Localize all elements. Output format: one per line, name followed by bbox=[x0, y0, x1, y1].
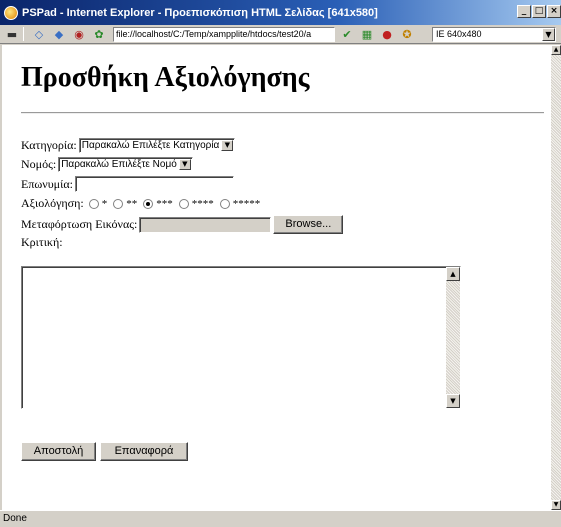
category-row: Κατηγορία: Παρακαλώ Επιλέξτε Κατηγορία ▼ bbox=[21, 138, 236, 153]
refresh-icon[interactable]: ✿ bbox=[91, 27, 107, 41]
forward-icon[interactable]: ◆ bbox=[51, 27, 67, 41]
category-select-value: Παρακαλώ Επιλέξτε Κατηγορία bbox=[81, 140, 220, 151]
chevron-down-icon[interactable]: ▼ bbox=[221, 140, 234, 151]
scroll-down-icon[interactable]: ▼ bbox=[446, 394, 460, 408]
maximize-button[interactable]: □ bbox=[532, 5, 546, 18]
info-icon[interactable]: ● bbox=[379, 27, 395, 41]
radio-button-checked[interactable] bbox=[143, 198, 154, 209]
review-label: Κριτική: bbox=[21, 235, 63, 249]
search-icon[interactable]: ✪ bbox=[399, 27, 415, 41]
panel-icon[interactable]: ▬ bbox=[4, 27, 20, 41]
app-icon bbox=[4, 5, 18, 20]
rating-option-label: * bbox=[101, 197, 108, 210]
prefecture-label: Νομός: bbox=[21, 157, 57, 171]
rating-option-label: ** bbox=[126, 197, 138, 210]
toolbar-separator bbox=[23, 27, 24, 41]
rating-option-label: *** bbox=[156, 197, 173, 210]
page-viewport: Προσθήκη Αξιολόγησης Κατηγορία: Παρακαλώ… bbox=[2, 45, 551, 510]
stop-icon[interactable]: ◉ bbox=[71, 27, 87, 41]
radio-button[interactable] bbox=[219, 198, 230, 209]
chevron-down-icon[interactable]: ▼ bbox=[542, 28, 555, 41]
rating-label: Αξιολόγηση: bbox=[21, 196, 84, 210]
address-bar[interactable]: file://localhost/C:/Temp/xampplite/htdoc… bbox=[113, 26, 335, 42]
page-title: Προσθήκη Αξιολόγησης bbox=[21, 62, 310, 93]
window-title: PSPad - Internet Explorer - Προεπισκόπισ… bbox=[22, 6, 378, 19]
radio-button[interactable] bbox=[88, 198, 99, 209]
divider bbox=[21, 112, 544, 114]
browser-toolbar: ▬ ◇ ◆ ◉ ✿ file://localhost/C:/Temp/xampp… bbox=[0, 25, 561, 44]
review-row: Κριτική: bbox=[21, 235, 63, 250]
category-select[interactable]: Παρακαλώ Επιλέξτε Κατηγορία ▼ bbox=[78, 138, 236, 153]
window-controls: _ □ × bbox=[517, 5, 561, 18]
submit-button[interactable]: Αποστολή bbox=[21, 442, 96, 461]
image-upload-label: Μεταφόρτωση Εικόνας: bbox=[21, 217, 138, 231]
prefecture-row: Νομός: Παρακαλώ Επιλέξτε Νομό ▼ bbox=[21, 157, 193, 172]
prefecture-select[interactable]: Παρακαλώ Επιλέξτε Νομό ▼ bbox=[58, 157, 193, 172]
rating-option[interactable]: **** bbox=[178, 197, 214, 210]
resolution-select[interactable]: IE 640x480 ▼ bbox=[432, 27, 556, 42]
scroll-down-icon[interactable]: ▼ bbox=[551, 500, 561, 510]
rating-radio-group: * ** *** **** ***** bbox=[88, 197, 267, 210]
review-textarea[interactable]: ▲ ▼ bbox=[21, 266, 461, 409]
close-button[interactable]: × bbox=[547, 5, 561, 18]
reset-button[interactable]: Επαναφορά bbox=[100, 442, 188, 461]
category-label: Κατηγορία: bbox=[21, 138, 77, 152]
status-bar: Done bbox=[0, 510, 561, 527]
name-row: Επωνυμία: bbox=[21, 176, 234, 192]
textarea-scrollbar[interactable]: ▲ ▼ bbox=[446, 267, 460, 408]
rating-option[interactable]: *** bbox=[143, 198, 173, 210]
rating-option-label: ***** bbox=[232, 197, 261, 210]
prefecture-select-value: Παρακαλώ Επιλέξτε Νομό bbox=[61, 159, 177, 170]
minimize-button[interactable]: _ bbox=[517, 5, 531, 18]
chevron-down-icon[interactable]: ▼ bbox=[178, 159, 191, 170]
grid-icon[interactable]: ▦ bbox=[359, 27, 375, 41]
scroll-up-icon[interactable]: ▲ bbox=[551, 45, 561, 55]
back-icon[interactable]: ◇ bbox=[31, 27, 47, 41]
page-scrollbar[interactable]: ▲ ▼ bbox=[551, 45, 561, 510]
name-input[interactable] bbox=[74, 176, 234, 192]
rating-row: Αξιολόγηση: * ** *** **** ***** bbox=[21, 196, 266, 211]
scroll-up-icon[interactable]: ▲ bbox=[446, 267, 460, 281]
rating-option[interactable]: ** bbox=[113, 198, 137, 210]
radio-button[interactable] bbox=[113, 198, 124, 209]
name-label: Επωνυμία: bbox=[21, 176, 73, 191]
form-buttons: Αποστολή Επαναφορά bbox=[21, 442, 188, 461]
rating-option[interactable]: * bbox=[88, 197, 108, 210]
file-path-input[interactable] bbox=[139, 216, 272, 233]
status-text: Done bbox=[3, 513, 27, 524]
resolution-value: IE 640x480 bbox=[436, 29, 482, 39]
window-title-bar: PSPad - Internet Explorer - Προεπισκόπισ… bbox=[0, 0, 561, 25]
radio-button[interactable] bbox=[178, 198, 189, 209]
rating-option-label: **** bbox=[191, 197, 214, 210]
image-upload-row: Μεταφόρτωση Εικόνας: Browse... bbox=[21, 215, 344, 234]
rating-option[interactable]: ***** bbox=[219, 197, 261, 210]
go-icon[interactable]: ✔ bbox=[339, 27, 355, 41]
browse-button[interactable]: Browse... bbox=[273, 215, 344, 234]
